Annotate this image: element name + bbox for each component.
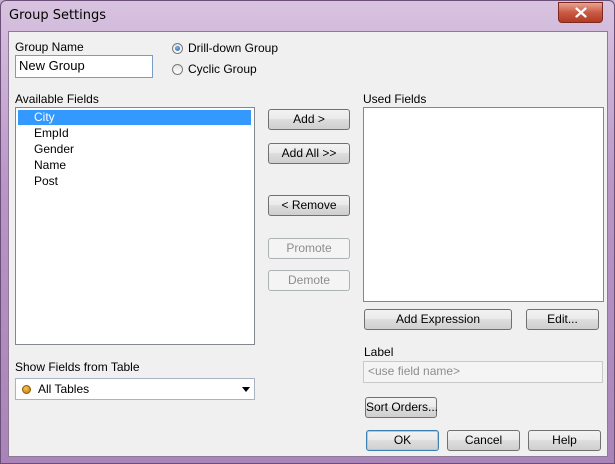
group-name-label: Group Name: [15, 40, 84, 54]
add-all-button[interactable]: Add All >>: [268, 143, 350, 164]
edit-button[interactable]: Edit...: [526, 309, 599, 330]
list-item[interactable]: Post: [18, 174, 251, 189]
radio-drill-down-group[interactable]: Drill-down Group: [172, 41, 278, 55]
list-item[interactable]: City: [18, 110, 251, 125]
used-fields-list[interactable]: [363, 107, 604, 302]
available-fields-label: Available Fields: [15, 92, 99, 106]
radio-cyclic-label: Cyclic Group: [188, 62, 257, 76]
available-fields-list[interactable]: City EmpId Gender Name Post: [15, 107, 255, 345]
radio-cyclic-indicator: [172, 63, 183, 75]
help-button[interactable]: Help: [528, 430, 601, 451]
group-name-input[interactable]: New Group: [15, 55, 153, 78]
show-fields-value: All Tables: [38, 382, 90, 396]
title-bar[interactable]: Group Settings: [1, 1, 614, 31]
sort-orders-button[interactable]: Sort Orders...: [365, 397, 438, 418]
window-title: Group Settings: [9, 8, 107, 23]
show-fields-dropdown[interactable]: All Tables: [15, 378, 255, 400]
radio-drill-down-indicator: [172, 42, 183, 54]
promote-button[interactable]: Promote: [268, 238, 350, 259]
used-fields-label: Used Fields: [363, 92, 427, 106]
close-icon: [574, 7, 587, 18]
cancel-button[interactable]: Cancel: [447, 430, 520, 451]
close-button[interactable]: [558, 2, 603, 23]
list-item[interactable]: EmpId: [18, 126, 251, 141]
group-settings-dialog: Group Settings Group Name New Group Dril…: [0, 0, 615, 464]
add-button[interactable]: Add >: [268, 109, 350, 130]
chevron-down-icon: [242, 387, 250, 392]
list-item[interactable]: Gender: [18, 142, 251, 157]
radio-cyclic-group[interactable]: Cyclic Group: [172, 62, 257, 76]
radio-drill-down-label: Drill-down Group: [188, 41, 279, 55]
ok-button[interactable]: OK: [366, 430, 439, 451]
remove-button[interactable]: < Remove: [268, 195, 350, 216]
demote-button[interactable]: Demote: [268, 270, 350, 291]
label-input[interactable]: <use field name>: [363, 361, 603, 383]
list-item[interactable]: Name: [18, 158, 251, 173]
dialog-body: Group Name New Group Drill-down Group Cy…: [8, 31, 608, 457]
add-expression-button[interactable]: Add Expression: [364, 309, 512, 330]
show-fields-label: Show Fields from Table: [15, 360, 140, 374]
label-field-label: Label: [364, 345, 394, 359]
table-icon: [22, 384, 31, 394]
